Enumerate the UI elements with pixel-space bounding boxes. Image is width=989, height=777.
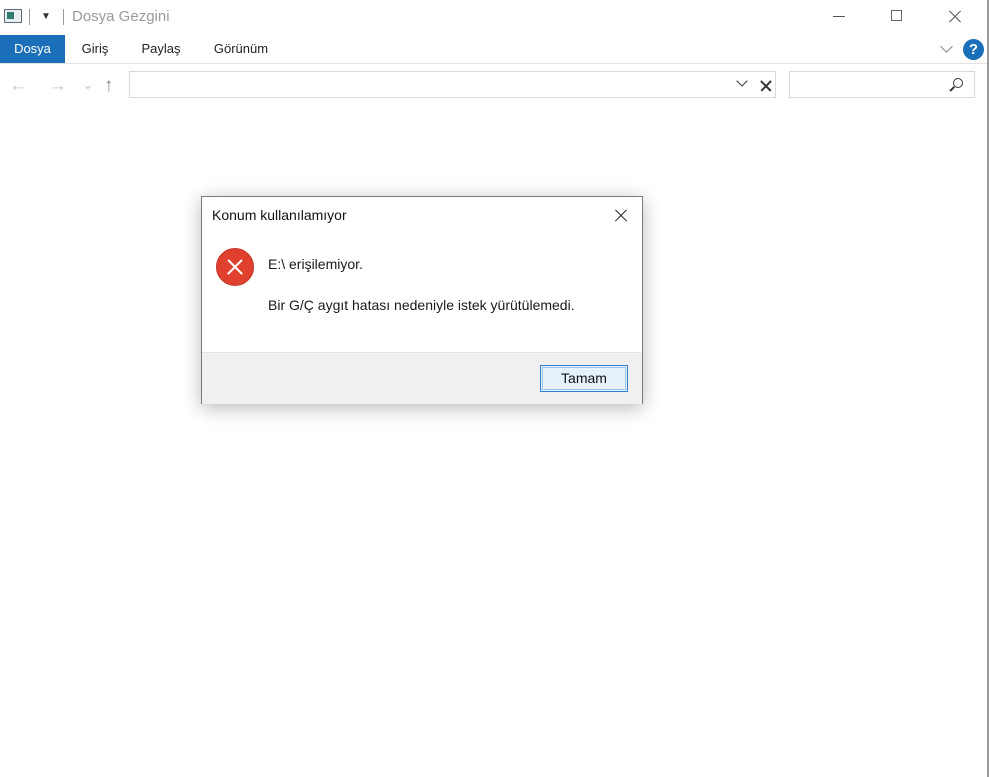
error-icon bbox=[216, 248, 254, 286]
title-separator bbox=[63, 9, 64, 25]
address-bar[interactable] bbox=[129, 71, 776, 98]
minimize-button[interactable] bbox=[817, 0, 863, 32]
help-icon[interactable]: ? bbox=[963, 39, 984, 60]
dialog-footer: Tamam bbox=[202, 352, 642, 404]
customize-qat-icon[interactable]: ▼ bbox=[38, 9, 54, 25]
dialog-message-secondary: Bir G/Ç aygıt hatası nedeniyle istek yür… bbox=[268, 297, 575, 313]
close-button[interactable] bbox=[932, 0, 978, 32]
tab-view[interactable]: Görünüm bbox=[205, 35, 277, 63]
title-separator bbox=[29, 9, 30, 25]
up-icon[interactable]: ↑ bbox=[104, 76, 114, 96]
forward-icon[interactable]: → bbox=[48, 76, 67, 96]
search-icon[interactable] bbox=[948, 77, 964, 93]
back-icon[interactable]: ← bbox=[9, 76, 28, 96]
file-explorer-app-icon[interactable] bbox=[4, 9, 22, 23]
clear-address-icon[interactable] bbox=[756, 73, 776, 97]
dialog-title: Konum kullanılamıyor bbox=[212, 207, 347, 223]
recent-locations-icon[interactable]: ⌄ bbox=[82, 74, 94, 94]
maximize-button[interactable] bbox=[874, 0, 920, 32]
tab-home[interactable]: Giriş bbox=[71, 35, 119, 63]
dialog-close-button[interactable] bbox=[607, 203, 635, 227]
expand-ribbon-icon[interactable] bbox=[940, 42, 954, 56]
error-dialog: Konum kullanılamıyor E:\ erişilemiyor. B… bbox=[201, 196, 643, 404]
ribbon-tabs: Dosya Giriş Paylaş Görünüm ? bbox=[0, 35, 987, 64]
address-dropdown-icon[interactable] bbox=[735, 77, 749, 91]
ok-button[interactable]: Tamam bbox=[540, 365, 628, 392]
title-bar: ▼ Dosya Gezgini bbox=[0, 0, 987, 34]
dialog-message-primary: E:\ erişilemiyor. bbox=[268, 256, 363, 272]
tab-file[interactable]: Dosya bbox=[0, 35, 65, 63]
tab-share[interactable]: Paylaş bbox=[134, 35, 188, 63]
window-title: Dosya Gezgini bbox=[72, 8, 170, 25]
